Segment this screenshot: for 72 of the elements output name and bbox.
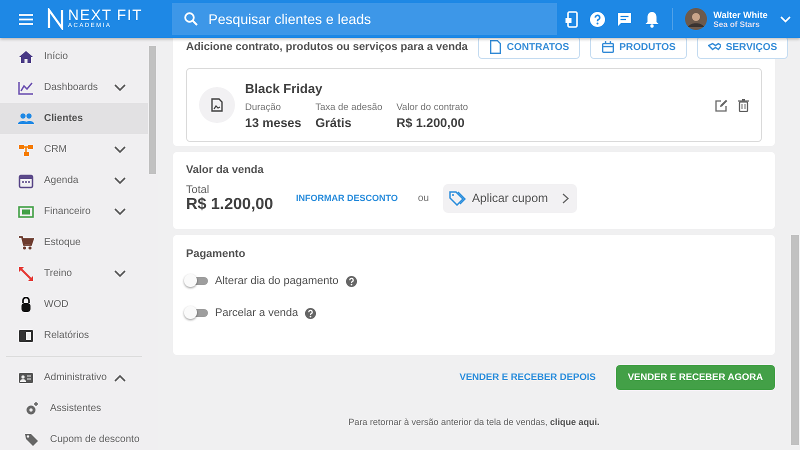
nav-item[interactable]: Início <box>0 41 148 72</box>
sell-now-button[interactable]: VENDER E RECEBER AGORA <box>616 365 775 390</box>
search-field[interactable]: Pesquisar clientes e leads <box>172 3 558 35</box>
help-icon[interactable] <box>590 12 606 26</box>
phone-lock-icon[interactable] <box>565 10 578 28</box>
add-button[interactable]: PRODUTOS <box>590 38 687 58</box>
help-icon[interactable] <box>305 308 316 318</box>
nav-item[interactable]: Administrativo <box>0 362 148 393</box>
chat-icon[interactable] <box>617 12 632 26</box>
money-icon <box>18 204 34 220</box>
chevron-icon[interactable] <box>780 16 791 22</box>
nav-item[interactable]: Assistentes <box>0 393 148 424</box>
field-label: Duração <box>245 102 282 112</box>
box-icon <box>601 40 614 54</box>
document-image-icon <box>211 98 223 112</box>
chevron-right-icon <box>562 192 569 204</box>
people-icon <box>18 110 34 126</box>
field-value: R$ 1.200,00 <box>396 116 466 130</box>
section-title: Pagamento <box>186 248 246 260</box>
scrollbar-thumb[interactable] <box>791 235 799 445</box>
nav-item[interactable]: Estoque <box>0 227 148 258</box>
sell-later-button[interactable]: VENDER E RECEBER DEPOIS <box>455 364 600 391</box>
total-label: Total <box>186 184 210 196</box>
field-label: Taxa de adesão <box>315 102 382 112</box>
calendar-icon <box>18 172 34 188</box>
section-title: Valor da venda <box>186 164 265 176</box>
add-button[interactable]: CONTRATOS <box>478 38 580 58</box>
option-label: Alterar dia do pagamento <box>215 275 339 287</box>
home-icon <box>18 48 34 64</box>
nav-item[interactable]: Treino <box>0 258 148 289</box>
contract-name: Black Friday <box>245 80 324 96</box>
section-title: Adicione contrato, produtos ou serviços para a venda <box>186 41 468 53</box>
nav-item[interactable]: Cupom de desconto <box>0 424 148 450</box>
field-value: 13 meses <box>245 116 302 130</box>
chart-icon <box>18 80 34 96</box>
field-value: Grátis <box>315 116 352 130</box>
cart-icon <box>18 234 34 250</box>
search-icon <box>184 12 198 26</box>
trash-icon[interactable] <box>738 98 749 112</box>
document-icon <box>488 40 502 54</box>
arrows-icon <box>18 266 34 282</box>
avatar[interactable] <box>685 8 708 30</box>
menu-icon[interactable] <box>19 14 33 24</box>
user-name: Walter White <box>713 10 768 20</box>
nav-item[interactable]: CRM <box>0 134 148 165</box>
footer-link[interactable]: clique aqui. <box>550 417 600 427</box>
add-button[interactable]: SERVIÇOS <box>696 38 788 58</box>
total-value: R$ 1.200,00 <box>186 196 274 214</box>
edit-icon[interactable] <box>715 98 728 112</box>
organization-name: Sea of Stars <box>713 20 761 28</box>
tag-icon <box>24 432 40 448</box>
nav-item[interactable]: Dashboards <box>0 72 148 103</box>
field-label: Valor do contrato <box>396 102 468 112</box>
nav-item[interactable]: Agenda <box>0 165 148 196</box>
logo-icon <box>47 8 64 30</box>
discount-link[interactable]: INFORMAR DESCONTO <box>296 193 398 203</box>
nav-item[interactable]: Clientes <box>0 103 148 134</box>
scrollbar-thumb[interactable] <box>149 46 156 174</box>
report-icon <box>18 328 34 344</box>
option-label: Parcelar a venda <box>215 307 298 319</box>
nav-item[interactable]: Relatórios <box>0 320 148 351</box>
coupon-button[interactable]: Aplicar cupom <box>442 184 577 212</box>
nav-item[interactable]: WOD <box>0 289 148 320</box>
or-text: ou <box>418 192 429 204</box>
help-icon[interactable] <box>346 276 357 286</box>
brand-name: NEXT FIT <box>68 9 142 23</box>
nav-item[interactable]: Financeiro <box>0 196 148 227</box>
toggle-switch[interactable] <box>186 277 208 285</box>
bell-icon[interactable] <box>644 10 660 28</box>
tag-icon <box>448 190 466 206</box>
toggle-switch[interactable] <box>186 309 208 317</box>
footer-note: Para retornar à versão anterior da tela de vendas, clique aqui. <box>347 417 601 427</box>
